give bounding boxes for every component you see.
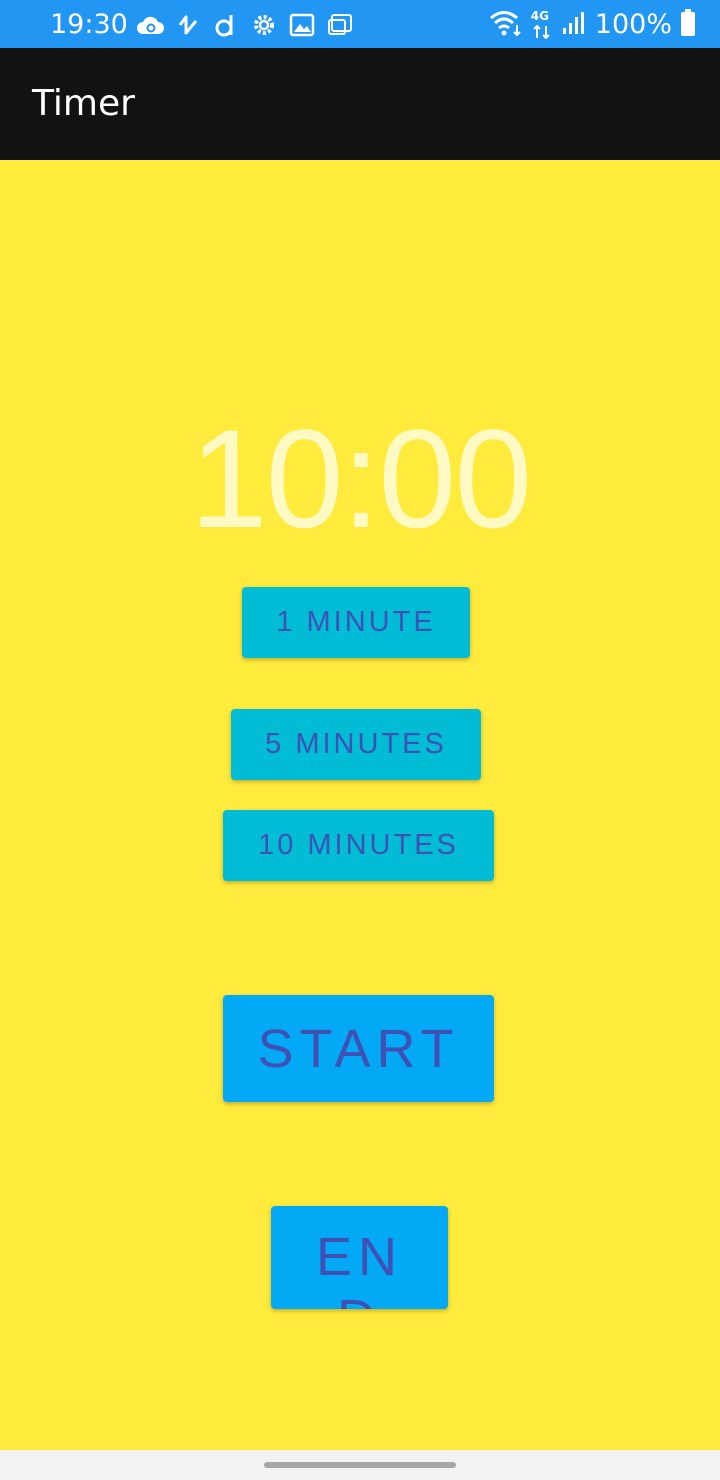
screenshot-icon bbox=[326, 11, 354, 39]
home-gesture-handle[interactable] bbox=[264, 1462, 456, 1468]
network-type-label: 4G bbox=[530, 9, 549, 23]
signal-icon bbox=[561, 10, 587, 40]
navigation-bar bbox=[0, 1450, 720, 1480]
battery-percent: 100% bbox=[594, 9, 672, 40]
status-bar: 19:30 4G 100% bbox=[0, 0, 720, 48]
status-time: 19:30 bbox=[50, 9, 128, 40]
five-minutes-button[interactable]: 5 MINUTES bbox=[231, 709, 481, 780]
status-right: 4G 100% bbox=[489, 8, 696, 42]
wifi-icon bbox=[489, 9, 523, 41]
cloud-sync-icon bbox=[136, 11, 164, 39]
end-button-label: END bbox=[315, 1227, 403, 1309]
battery-icon bbox=[680, 9, 696, 41]
end-button[interactable]: END bbox=[271, 1206, 448, 1309]
settings-icon bbox=[250, 11, 278, 39]
notification-icons bbox=[136, 11, 354, 39]
app-icon bbox=[174, 11, 202, 39]
mobile-data-icon: 4G bbox=[531, 10, 553, 40]
d-app-icon bbox=[212, 11, 240, 39]
timer-display: 10:00 bbox=[189, 400, 532, 557]
app-bar: Timer bbox=[0, 48, 720, 160]
gallery-icon bbox=[288, 11, 316, 39]
ten-minutes-button[interactable]: 10 MINUTES bbox=[223, 810, 494, 881]
one-minute-button[interactable]: 1 MINUTE bbox=[242, 587, 470, 658]
app-title: Timer bbox=[32, 83, 135, 124]
start-button[interactable]: START bbox=[223, 995, 494, 1102]
